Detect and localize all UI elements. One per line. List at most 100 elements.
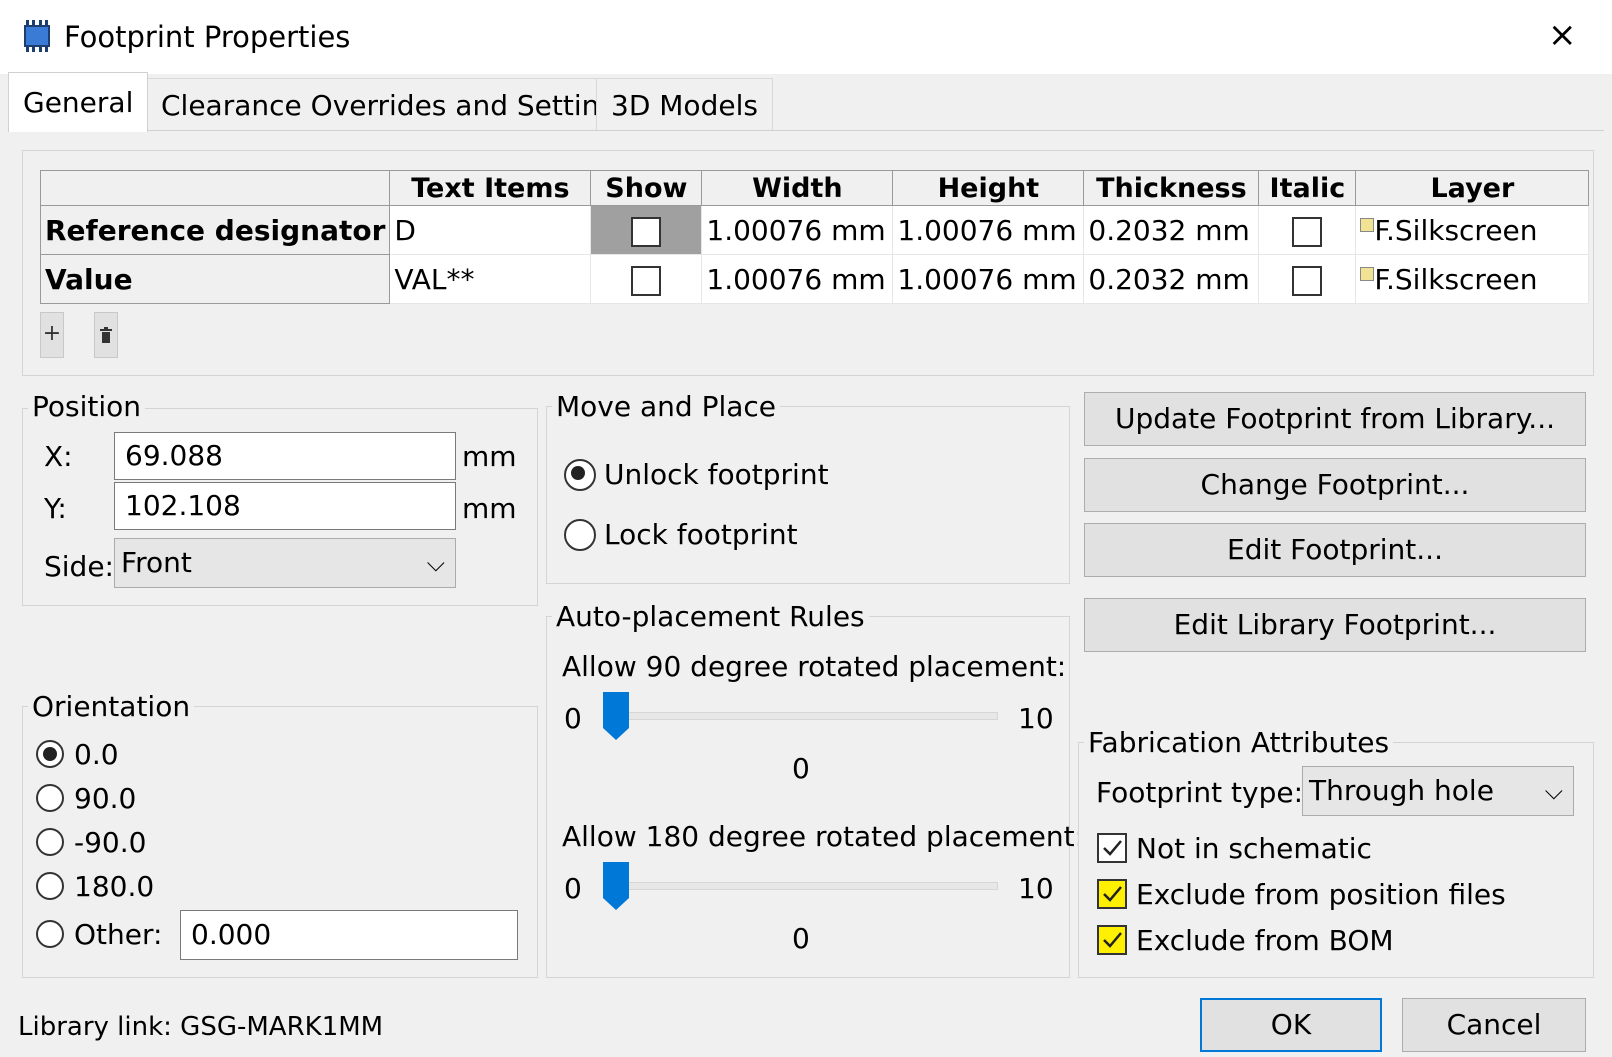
rot180-value: 0 — [792, 922, 810, 955]
col-header-height: Height — [892, 170, 1085, 206]
table-corner-header — [39, 170, 391, 206]
tab-3d-models[interactable]: 3D Models — [596, 78, 773, 132]
layer-name: F.Silkscreen — [1374, 213, 1538, 247]
ok-button[interactable]: OK — [1200, 998, 1382, 1052]
italic-cell[interactable] — [1258, 205, 1357, 255]
text-items-table: Text Items Show Width Height Thickness I… — [39, 170, 1590, 304]
unlock-footprint-radio[interactable] — [564, 459, 596, 491]
layer-cell[interactable]: F.Silkscreen — [1355, 254, 1590, 304]
update-footprint-button[interactable]: Update Footprint from Library... — [1084, 392, 1586, 446]
show-cell[interactable] — [590, 254, 703, 304]
text-cell[interactable]: VAL** — [389, 254, 592, 304]
rot90-slider-thumb[interactable] — [603, 692, 629, 740]
library-link: Library link: GSG-MARK1MM — [18, 1012, 384, 1042]
col-header-layer: Layer — [1355, 170, 1590, 206]
layer-color-swatch — [1360, 266, 1375, 281]
italic-checkbox[interactable] — [1292, 265, 1323, 296]
rot90-value: 0 — [792, 752, 810, 785]
rot180-label: Allow 180 degree rotated placement: — [562, 820, 1085, 853]
checkmark-icon — [1103, 840, 1122, 856]
orientation-label-other: Other: — [74, 918, 163, 951]
table-row: Reference designator D 1.00076 mm 1.0007… — [39, 205, 1590, 255]
rot180-slider-track[interactable] — [604, 882, 998, 890]
orientation-label-minus90: -90.0 — [74, 826, 147, 859]
rot180-slider-thumb[interactable] — [603, 862, 629, 910]
italic-cell[interactable] — [1258, 254, 1357, 304]
text-cell[interactable]: D — [389, 205, 592, 255]
footprint-type-select[interactable]: Through hole ⌵ — [1302, 766, 1574, 816]
orientation-radio-0[interactable] — [36, 740, 64, 768]
width-cell[interactable]: 1.00076 mm — [701, 205, 894, 255]
rot180-min: 0 — [564, 872, 582, 905]
width-cell[interactable]: 1.00076 mm — [701, 254, 894, 304]
lock-footprint-radio[interactable] — [564, 519, 596, 551]
show-checkbox[interactable] — [631, 216, 662, 247]
orientation-radio-other[interactable] — [36, 920, 64, 948]
orientation-other-input[interactable]: 0.000 — [180, 910, 518, 960]
cancel-button[interactable]: Cancel — [1402, 998, 1586, 1052]
exclude-position-files-label: Exclude from position files — [1136, 878, 1506, 911]
x-label: X: — [44, 440, 73, 473]
window-title: Footprint Properties — [64, 20, 351, 54]
col-header-text-items: Text Items — [389, 170, 592, 206]
row-label: Value — [39, 254, 391, 304]
layer-color-swatch — [1360, 217, 1375, 232]
footprint-type-label: Footprint type: — [1096, 776, 1304, 809]
x-unit: mm — [462, 440, 517, 473]
add-row-button[interactable]: + — [40, 312, 64, 358]
rot90-slider-track[interactable] — [604, 712, 998, 720]
fabrication-title: Fabrication Attributes — [1084, 726, 1394, 759]
rot90-max: 10 — [1018, 702, 1054, 735]
footprint-app-icon — [20, 20, 54, 52]
table-row: Value VAL** 1.00076 mm 1.00076 mm 0.2032… — [39, 254, 1590, 304]
italic-checkbox[interactable] — [1292, 216, 1323, 247]
not-in-schematic-checkbox[interactable] — [1097, 833, 1127, 863]
edit-library-footprint-button[interactable]: Edit Library Footprint... — [1084, 598, 1586, 652]
thickness-cell[interactable]: 0.2032 mm — [1083, 254, 1260, 304]
orientation-label-180: 180.0 — [74, 870, 155, 903]
col-header-width: Width — [701, 170, 894, 206]
col-header-show: Show — [590, 170, 703, 206]
y-input[interactable]: 102.108 — [114, 482, 456, 530]
show-checkbox[interactable] — [631, 265, 662, 296]
orientation-radio-180[interactable] — [36, 872, 64, 900]
row-label: Reference designator — [39, 205, 391, 255]
checkmark-icon — [1103, 886, 1122, 902]
exclude-position-files-checkbox[interactable] — [1097, 879, 1127, 909]
x-input[interactable]: 69.088 — [114, 432, 456, 480]
thickness-cell[interactable]: 0.2032 mm — [1083, 205, 1260, 255]
move-place-title: Move and Place — [552, 390, 781, 423]
layer-cell[interactable]: F.Silkscreen — [1355, 205, 1590, 255]
exclude-bom-checkbox[interactable] — [1097, 925, 1127, 955]
exclude-bom-label: Exclude from BOM — [1136, 924, 1394, 957]
y-unit: mm — [462, 492, 517, 525]
rot180-max: 10 — [1018, 872, 1054, 905]
height-cell[interactable]: 1.00076 mm — [892, 205, 1085, 255]
rot90-label: Allow 90 degree rotated placement: — [562, 650, 1067, 683]
trash-icon — [100, 327, 112, 343]
delete-row-button[interactable] — [94, 312, 118, 358]
not-in-schematic-label: Not in schematic — [1136, 832, 1372, 865]
close-icon[interactable]: × — [1548, 16, 1577, 54]
y-label: Y: — [44, 492, 67, 525]
orientation-radio-minus90[interactable] — [36, 828, 64, 856]
lock-footprint-label: Lock footprint — [604, 518, 798, 551]
change-footprint-button[interactable]: Change Footprint... — [1084, 458, 1586, 512]
tab-clearance-overrides[interactable]: Clearance Overrides and Settings — [146, 78, 647, 132]
chevron-down-icon: ⌵ — [426, 549, 445, 577]
autoplace-title: Auto-placement Rules — [552, 600, 869, 633]
tab-general[interactable]: General — [8, 72, 149, 132]
chevron-down-icon: ⌵ — [1544, 777, 1563, 805]
rot90-min: 0 — [564, 702, 582, 735]
edit-footprint-button[interactable]: Edit Footprint... — [1084, 523, 1586, 577]
move-place-group — [546, 406, 1070, 584]
footprint-type-value: Through hole — [1309, 774, 1494, 807]
height-cell[interactable]: 1.00076 mm — [892, 254, 1085, 304]
position-title: Position — [28, 390, 146, 423]
side-select[interactable]: Front ⌵ — [114, 538, 456, 588]
orientation-label-90: 90.0 — [74, 782, 137, 815]
orientation-radio-90[interactable] — [36, 784, 64, 812]
show-cell[interactable] — [590, 205, 703, 255]
checkmark-icon — [1103, 932, 1122, 948]
col-header-thickness: Thickness — [1083, 170, 1260, 206]
